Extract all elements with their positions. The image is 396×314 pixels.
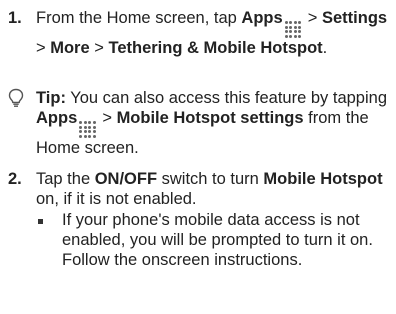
tip-label: Tip: — [36, 89, 66, 107]
step-2-number: 2. — [8, 170, 22, 188]
step-1-number: 1. — [8, 9, 22, 27]
apps-label: Apps — [241, 9, 283, 27]
step-2-text: Tap the ON/OFF switch to turn Mobile Hot… — [36, 170, 383, 208]
apps-grid-icon — [284, 21, 302, 38]
step-1-text: From the Home screen, tap Apps > Setting… — [36, 9, 388, 57]
lightbulb-icon — [8, 88, 24, 107]
bullet-text: If your phone's mobile data access is no… — [62, 211, 373, 269]
apps-grid-icon-2 — [79, 121, 96, 138]
tip-text: Tip: You can also access this feature by… — [36, 89, 388, 157]
document-page: { "step1": { "number": "1.", "line1_a": … — [0, 0, 396, 314]
bullet-marker — [38, 219, 43, 224]
